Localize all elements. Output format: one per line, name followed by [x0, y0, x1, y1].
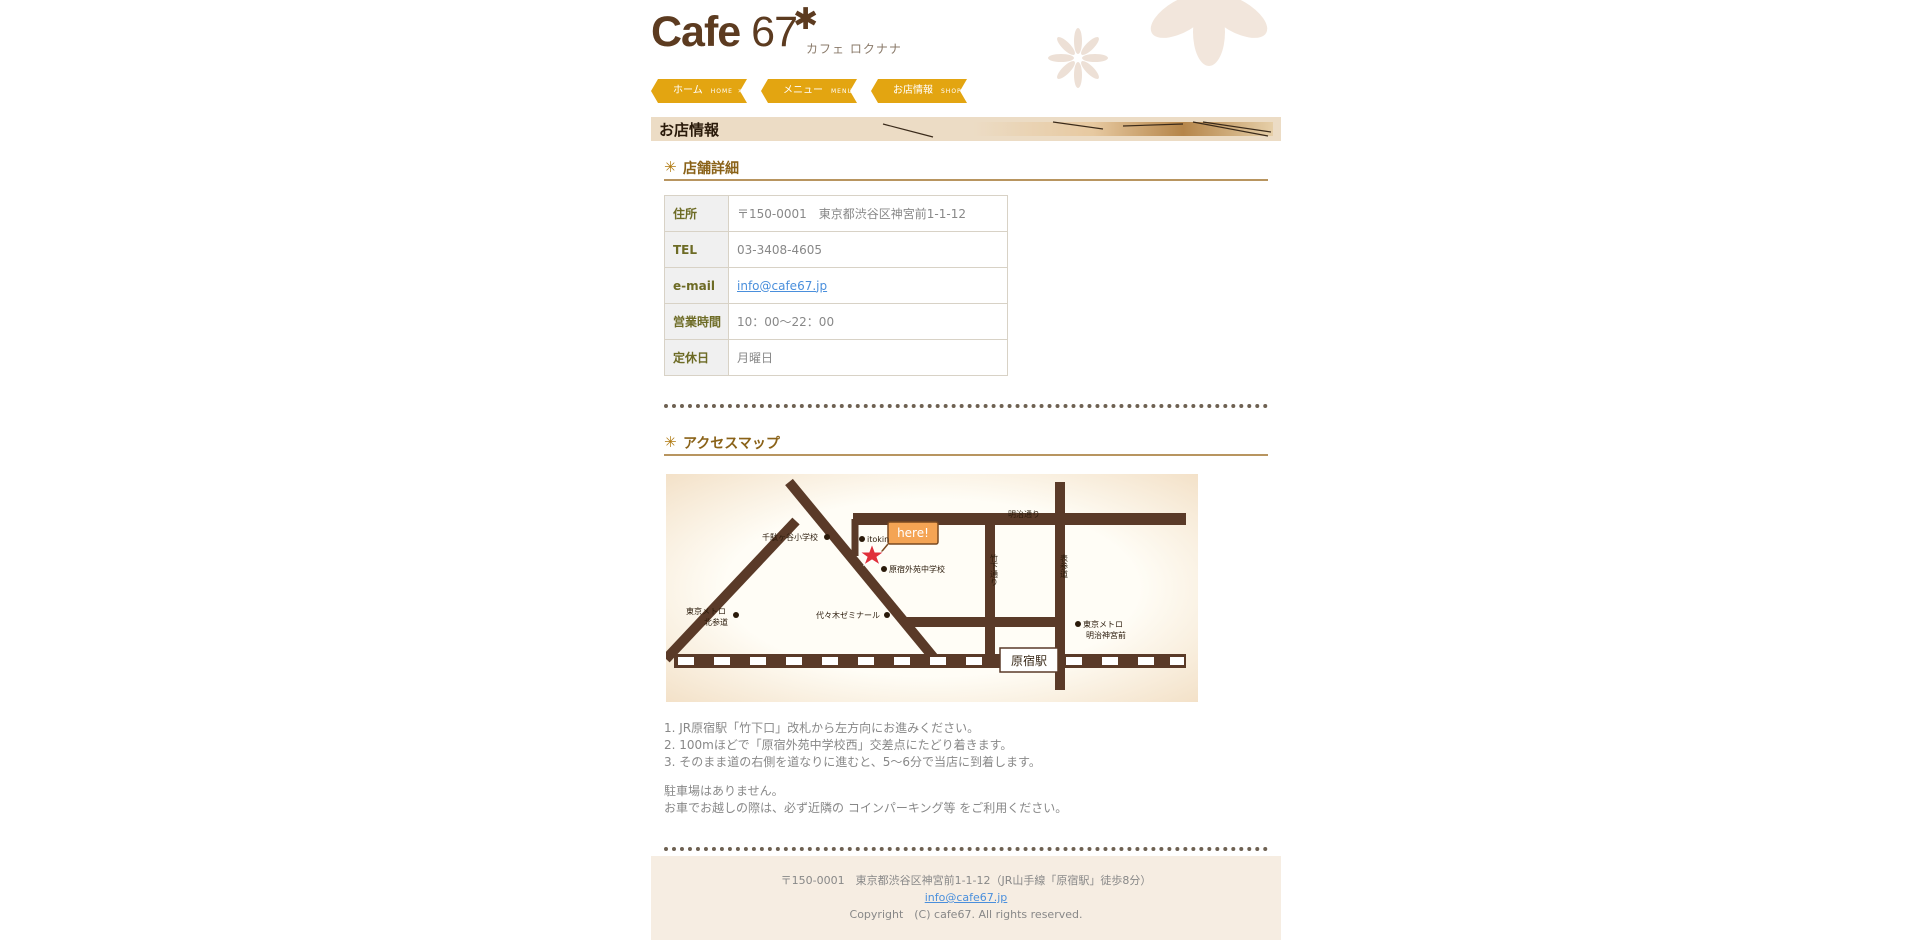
logo-text: Cafe 67: [651, 8, 798, 56]
nav-menu-en: MENU: [831, 88, 853, 95]
logo-star-icon: ✱: [793, 2, 819, 37]
map-here-label: here!: [897, 526, 929, 540]
email-link[interactable]: info@cafe67.jp: [737, 279, 827, 293]
map-label-omotesando: 表参道: [1060, 553, 1069, 579]
shop-info-table: 住所 〒150-0001 東京都渋谷区神宮前1-1-12 TEL 03-3408…: [664, 195, 1008, 376]
page-title-bar: お店情報: [651, 117, 1281, 141]
map-label-school: 千駄ヶ谷小学校: [762, 532, 818, 542]
list-item: 3. そのまま道の右側を道なりに進むと、5〜6分で当店に到着します。: [664, 755, 1041, 769]
nav-shop-arrow-icon: »: [966, 86, 972, 95]
address-label: 住所: [664, 195, 729, 232]
map-point: [824, 534, 830, 540]
heading-flower-icon: ✳: [664, 433, 677, 451]
parking-note-line: お車でお越しの際は、必ず近隣の コインパーキング等 をご利用ください。: [664, 801, 1068, 815]
nav-menu-label: メニュー: [783, 85, 823, 96]
header: Cafe 67 ✱ カフェ ロクナナ ホーム HOME » メニュー MENU » お店…: [651, 0, 1281, 108]
map-station-label: 原宿駅: [1011, 653, 1047, 668]
table-row: e-mail info@cafe67.jp: [664, 267, 1008, 304]
dotted-divider: [664, 404, 1268, 408]
footer-copyright: Copyright (C) cafe67. All rights reserve…: [849, 908, 1083, 921]
flower-decoration-icon: [1048, 0, 1268, 88]
footer-address: 〒150-0001 東京都渋谷区神宮前1-1-12（JR山手線「原宿駅」徒歩8分…: [780, 874, 1152, 887]
map-point: [1075, 621, 1081, 627]
footer: 〒150-0001 東京都渋谷区神宮前1-1-12（JR山手線「原宿駅」徒歩8分…: [651, 856, 1281, 940]
list-item: 2. 100mほどで「原宿外苑中学校西」交差点にたどり着きます。: [664, 738, 1013, 752]
brush-stroke-decoration: [882, 121, 1273, 138]
list-item: 1. JR原宿駅「竹下口」改札から左方向にお進みください。: [664, 721, 980, 735]
address-value: 〒150-0001 東京都渋谷区神宮前1-1-12: [728, 195, 1008, 232]
main-content: ✳ 店舗詳細 住所 〒150-0001 東京都渋谷区神宮前1-1-12 TEL …: [651, 155, 1281, 851]
map-label-kitasando: 北参道: [704, 617, 728, 627]
directions-list: 1. JR原宿駅「竹下口」改札から左方向にお進みください。 2. 100mほどで…: [664, 720, 1268, 771]
nav-menu-arrow-icon: »: [857, 86, 863, 95]
table-row: TEL 03-3408-4605: [664, 231, 1008, 268]
map-label-itokin: itokin: [867, 535, 889, 544]
table-row: 住所 〒150-0001 東京都渋谷区神宮前1-1-12: [664, 195, 1008, 232]
access-heading: ✳ アクセスマップ: [664, 430, 1268, 456]
heading-flower-icon: ✳: [664, 158, 677, 176]
table-row: 営業時間 10：00〜22：00: [664, 303, 1008, 340]
map-label-metro-meiji: 東京メトロ: [1083, 619, 1123, 629]
site-logo[interactable]: Cafe 67 ✱ カフェ ロクナナ: [651, 2, 901, 58]
map-point: [884, 612, 890, 618]
nav-shop-label: お店情報: [893, 85, 933, 96]
access-map: 原宿駅 here! itokin 千駄ヶ谷小学校 原宿外苑中学校 明治通り 竹下…: [666, 474, 1198, 702]
email-label: e-mail: [664, 267, 729, 304]
closed-label: 定休日: [664, 339, 729, 376]
map-label-metro-kitasando: 東京メトロ: [686, 606, 726, 616]
nav-menu-button[interactable]: メニュー MENU»: [761, 79, 857, 103]
map-label-yoyogi: 代々木ゼミナール: [816, 610, 880, 620]
map-label-meiji-jingumae: 明治神宮前: [1086, 630, 1126, 640]
nav-home-arrow-icon: »: [737, 86, 743, 95]
access-title: アクセスマップ: [683, 436, 780, 452]
parking-note-line: 駐車場はありません。: [664, 784, 784, 798]
nav-shop-button[interactable]: お店情報 SHOP»: [871, 79, 967, 103]
map-point: [881, 566, 887, 572]
map-point: [733, 612, 739, 618]
map-point: [859, 536, 865, 542]
main-nav: ホーム HOME » メニュー MENU » お店情報 SHOP »: [651, 79, 981, 103]
map-label-takeshita: 竹下通り: [990, 553, 999, 586]
nav-home-button[interactable]: ホーム HOME »: [651, 79, 747, 103]
nav-home-en: HOME: [710, 88, 733, 95]
footer-email-link[interactable]: info@cafe67.jp: [925, 891, 1008, 904]
parking-note: 駐車場はありません。 お車でお越しの際は、必ず近隣の コインパーキング等 をご利…: [664, 783, 1268, 817]
shop-details-title: 店舗詳細: [683, 161, 739, 177]
tel-label: TEL: [664, 231, 729, 268]
email-cell: info@cafe67.jp: [728, 267, 1008, 304]
shop-star-icon: [858, 542, 886, 567]
hours-label: 営業時間: [664, 303, 729, 340]
hours-value: 10：00〜22：00: [728, 303, 1008, 340]
map-label-meiji-dori: 明治通り: [1008, 509, 1040, 519]
shop-details-heading: ✳ 店舗詳細: [664, 155, 1268, 181]
access-map-image: 原宿駅 here! itokin 千駄ヶ谷小学校 原宿外苑中学校 明治通り 竹下…: [666, 478, 1186, 690]
table-row: 定休日 月曜日: [664, 339, 1008, 376]
dotted-divider: [664, 847, 1268, 851]
logo-subtitle: カフェ ロクナナ: [806, 42, 902, 56]
page: Cafe 67 ✱ カフェ ロクナナ ホーム HOME » メニュー MENU » お店…: [651, 0, 1281, 940]
map-label-gaien: 原宿外苑中学校: [889, 564, 945, 574]
nav-home-label: ホーム: [673, 85, 703, 96]
page-title: お店情報: [659, 121, 720, 139]
nav-shop-en: SHOP: [941, 88, 962, 95]
tel-value: 03-3408-4605: [728, 231, 1008, 268]
closed-value: 月曜日: [728, 339, 1008, 376]
